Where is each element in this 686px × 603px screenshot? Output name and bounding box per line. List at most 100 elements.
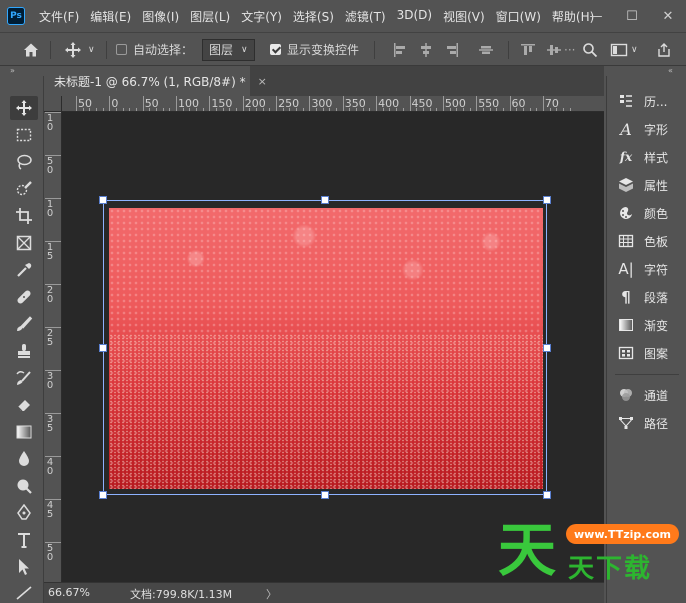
share-button[interactable] [656,33,672,66]
panel-label: 样式 [644,150,669,165]
minimize-button[interactable]: — [578,9,614,24]
marquee-tool[interactable] [10,123,38,147]
ruler-label: 500 [444,97,466,110]
align-top-button[interactable] [520,33,536,66]
panel-character-button[interactable]: A| 字符 [617,258,668,280]
auto-select-checkbox[interactable]: 自动选择： [116,33,193,66]
show-transform-checkbox[interactable]: 显示变换控件 [270,33,359,66]
ruler-tick [542,96,544,111]
home-button[interactable] [22,33,40,66]
align-vcenter-button[interactable] [478,33,494,66]
ruler-minor-tick [536,108,538,111]
ruler-tick [45,327,61,328]
panel-label: 通道 [644,388,669,403]
document-tab[interactable]: 未标题-1 @ 66.7% (1, RGB/8#) * × [44,66,267,96]
auto-select-target-select[interactable]: 图层 ∨ [202,33,255,66]
crop-tool[interactable] [10,204,38,228]
close-button[interactable]: ✕ [650,9,686,24]
transform-handle-bottom-left[interactable] [99,491,107,499]
share-icon [658,42,670,57]
align-right-button[interactable] [444,33,460,66]
lasso-tool[interactable] [10,150,38,174]
zoom-level[interactable]: 66.67% [48,586,90,599]
dodge-tool[interactable] [10,474,38,498]
panel-glyphs-button[interactable]: A 字形 [617,118,668,140]
ruler-origin[interactable] [44,96,62,112]
panel-gradients-button[interactable]: 渐变 [617,314,668,336]
maximize-button[interactable]: ☐ [614,9,650,24]
align-hcenter-button[interactable] [418,33,434,66]
eyedropper-tool[interactable] [10,258,38,282]
blur-tool[interactable] [10,447,38,471]
workspace-button[interactable]: ∨ [610,33,638,66]
align-middle-button[interactable] [546,33,562,66]
menu-window[interactable]: 窗口(W) [496,8,541,25]
brush-tool[interactable] [10,312,38,336]
line-icon [16,586,32,600]
gradient-tool[interactable] [10,420,38,444]
more-options-button[interactable]: ··· [564,33,575,66]
type-icon: A| [618,260,634,278]
menu-layer[interactable]: 图层(L) [190,8,230,25]
path-selection-tool[interactable] [10,555,38,579]
move-tool-preset[interactable]: ∨ [64,33,95,66]
menu-file[interactable]: 文件(F) [39,8,79,25]
panel-styles-button[interactable]: fx 样式 [617,146,668,168]
menu-view[interactable]: 视图(V) [443,8,485,25]
panel-patterns-button[interactable]: 图案 [617,342,668,364]
transform-handle-top-right[interactable] [543,196,551,204]
line-tool[interactable] [10,580,38,603]
close-tab-icon[interactable]: × [258,75,267,88]
toolbar-collapse-button[interactable]: » [10,66,15,76]
ruler-label: 1 5 [46,242,54,262]
ruler-tick [76,96,77,111]
frame-tool[interactable] [10,231,38,255]
ruler-tick [45,112,61,113]
pen-tool[interactable] [10,501,38,525]
transform-handle-top-left[interactable] [99,196,107,204]
menu-3d[interactable]: 3D(D) [397,8,432,25]
transform-bounding-box[interactable] [103,200,547,495]
history-brush-tool[interactable] [10,366,38,390]
ellipsis-icon: ··· [564,42,576,57]
eraser-icon [17,400,30,412]
eraser-tool[interactable] [10,393,38,417]
quick-selection-tool[interactable] [10,177,38,201]
healing-brush-tool[interactable] [10,285,38,309]
transform-handle-top-center[interactable] [321,196,329,204]
window-controls: — ☐ ✕ [578,0,686,32]
type-tool[interactable] [10,528,38,552]
ruler-label: 300 [311,97,333,110]
ruler-tick [476,96,478,111]
bandage-icon [17,290,31,304]
menu-edit[interactable]: 编辑(E) [90,8,131,25]
panel-history-button[interactable]: 历... [617,90,667,112]
panel-color-button[interactable]: 颜色 [617,202,668,224]
panel-paths-button[interactable]: 路径 [617,412,668,434]
transform-handle-middle-left[interactable] [99,344,107,352]
panel-channels-button[interactable]: 通道 [617,384,668,406]
clone-stamp-tool[interactable] [10,339,38,363]
menu-select[interactable]: 选择(S) [293,8,334,25]
options-bar: ∨ 自动选择： 图层 ∨ 显示变换控件 ··· ∨ [0,32,686,66]
horizontal-ruler[interactable]: 50 0 50 100 150 200 250 300 350 400 450 500 550 60 70 [62,96,604,112]
vertical-ruler[interactable]: 1 0 5 0 1 0 1 5 2 0 2 5 3 0 3 5 4 0 4 5 5 0 [44,112,62,582]
transform-handle-middle-right[interactable] [543,344,551,352]
search-button[interactable] [582,33,598,66]
chevron-right-icon[interactable]: 〉 [266,586,277,602]
gradient-icon [16,425,32,439]
menu-type[interactable]: 文字(Y) [241,8,282,25]
transform-handle-bottom-right[interactable] [543,491,551,499]
transform-handle-bottom-center[interactable] [321,491,329,499]
menu-image[interactable]: 图像(I) [142,8,179,25]
align-left-button[interactable] [392,33,408,66]
panel-paragraph-button[interactable]: ¶ 段落 [617,286,668,308]
panel-properties-button[interactable]: 属性 [617,174,668,196]
ruler-tick [45,241,61,242]
panel-swatches-button[interactable]: 色板 [617,230,668,252]
ruler-minor-tick [236,108,238,111]
dock-collapse-button[interactable]: « [668,66,673,76]
checkbox-checked-icon [270,44,281,55]
move-tool[interactable] [10,96,38,120]
menu-filter[interactable]: 滤镜(T) [345,8,386,25]
